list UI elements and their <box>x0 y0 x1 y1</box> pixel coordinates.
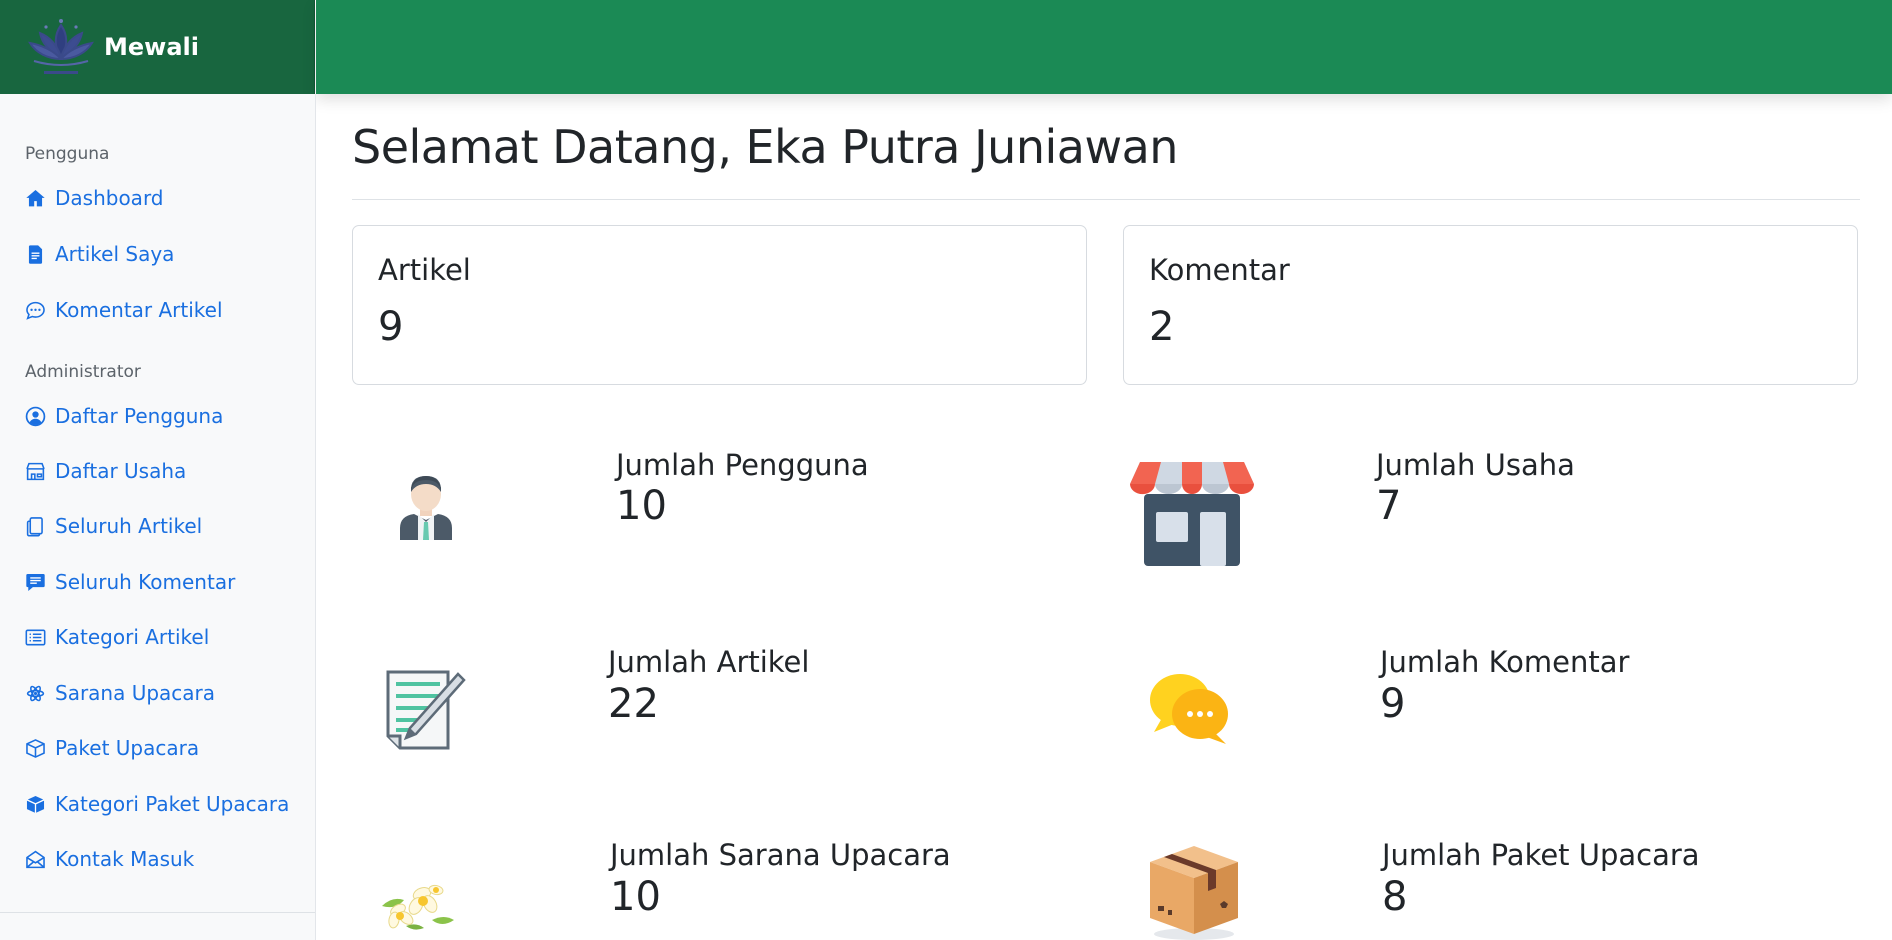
sidebar-item-label: Seluruh Artikel <box>55 514 203 538</box>
tile-value-jumlah-sarana-upacara: 10 <box>610 874 661 920</box>
tile-value-jumlah-artikel: 22 <box>608 681 659 727</box>
chat-bubbles-icon <box>1150 674 1228 744</box>
stat-card-artikel: Artikel 9 <box>352 225 1087 385</box>
sidebar: Pengguna Dashboard Artikel Saya Komentar… <box>0 94 316 940</box>
tile-label-jumlah-usaha: Jumlah Usaha <box>1376 448 1575 482</box>
tile-value-jumlah-komentar: 9 <box>1380 681 1406 727</box>
box-fill-icon <box>25 794 46 815</box>
sidebar-item-dashboard[interactable]: Dashboard <box>25 186 164 210</box>
sidebar-item-label: Dashboard <box>55 186 164 210</box>
sidebar-item-artikel-saya[interactable]: Artikel Saya <box>25 242 174 266</box>
user-avatar-icon <box>400 476 452 540</box>
sidebar-item-daftar-pengguna[interactable]: Daftar Pengguna <box>25 404 223 428</box>
tile-label-jumlah-artikel: Jumlah Artikel <box>608 645 810 679</box>
house-icon <box>25 188 46 209</box>
sidebar-item-komentar-artikel[interactable]: Komentar Artikel <box>25 298 223 322</box>
card-label: Artikel <box>378 253 471 287</box>
envelope-open-icon <box>25 849 46 870</box>
cardboard-box-icon <box>1150 846 1238 940</box>
storefront-icon <box>1130 462 1254 566</box>
tile-value-jumlah-pengguna: 10 <box>616 483 667 529</box>
flower-icon <box>25 683 46 704</box>
list-card-icon <box>25 627 46 648</box>
title-divider <box>352 199 1860 200</box>
sidebar-item-label: Komentar Artikel <box>55 298 223 322</box>
sidebar-heading-pengguna: Pengguna <box>25 144 110 164</box>
sidebar-divider <box>0 912 315 913</box>
sidebar-item-seluruh-komentar[interactable]: Seluruh Komentar <box>25 570 235 594</box>
box-icon <box>25 738 46 759</box>
sidebar-item-seluruh-artikel[interactable]: Seluruh Artikel <box>25 514 202 538</box>
tile-label-jumlah-pengguna: Jumlah Pengguna <box>616 448 869 482</box>
top-navbar <box>316 0 1892 94</box>
tile-value-jumlah-usaha: 7 <box>1376 483 1402 529</box>
sidebar-item-kategori-paket-upacara[interactable]: Kategori Paket Upacara <box>25 792 289 816</box>
brand-area[interactable]: Mewali <box>0 0 315 94</box>
lotus-logo-icon <box>28 19 94 74</box>
tile-label-jumlah-komentar: Jumlah Komentar <box>1380 645 1630 679</box>
sidebar-item-label: Artikel Saya <box>55 242 175 266</box>
stat-card-komentar: Komentar 2 <box>1123 225 1858 385</box>
document-pencil-icon <box>386 670 466 750</box>
tile-value-jumlah-paket-upacara: 8 <box>1382 874 1408 920</box>
card-label: Komentar <box>1149 253 1290 287</box>
sidebar-item-label: Kategori Paket Upacara <box>55 792 290 816</box>
sidebar-item-label: Seluruh Komentar <box>55 570 236 594</box>
sidebar-item-label: Kategori Artikel <box>55 625 210 649</box>
sidebar-item-label: Kontak Masuk <box>55 847 195 871</box>
sidebar-item-label: Sarana Upacara <box>55 681 216 705</box>
sidebar-item-label: Daftar Usaha <box>55 459 187 483</box>
sidebar-item-paket-upacara[interactable]: Paket Upacara <box>25 736 199 760</box>
sidebar-item-label: Paket Upacara <box>55 736 200 760</box>
chat-dots-icon <box>25 300 46 321</box>
tile-label-jumlah-sarana-upacara: Jumlah Sarana Upacara <box>610 838 951 872</box>
sidebar-item-daftar-usaha[interactable]: Daftar Usaha <box>25 459 186 483</box>
file-text-icon <box>25 244 46 265</box>
sidebar-item-kategori-artikel[interactable]: Kategori Artikel <box>25 625 209 649</box>
card-value: 9 <box>378 304 404 350</box>
frangipani-flowers-icon <box>382 884 454 930</box>
sidebar-item-kontak-masuk[interactable]: Kontak Masuk <box>25 847 194 871</box>
person-circle-icon <box>25 406 46 427</box>
sidebar-item-sarana-upacara[interactable]: Sarana Upacara <box>25 681 215 705</box>
tile-label-jumlah-paket-upacara: Jumlah Paket Upacara <box>1382 838 1700 872</box>
brand-name: Mewali <box>104 33 199 61</box>
shop-icon <box>25 461 46 482</box>
page-title: Selamat Datang, Eka Putra Juniawan <box>352 120 1178 174</box>
sidebar-item-label: Daftar Pengguna <box>55 404 224 428</box>
sidebar-heading-administrator: Administrator <box>25 362 141 382</box>
card-value: 2 <box>1149 304 1175 350</box>
chat-left-text-icon <box>25 572 46 593</box>
files-icon <box>25 516 46 537</box>
